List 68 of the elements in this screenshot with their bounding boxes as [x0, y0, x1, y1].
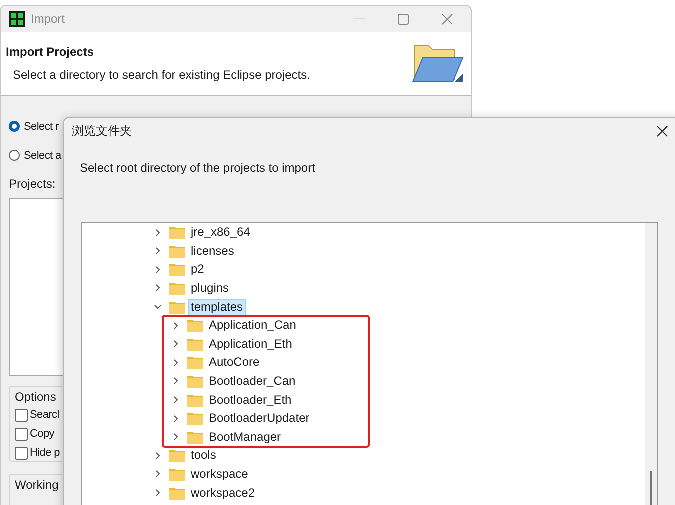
dialog-title: 浏览文件夹	[72, 123, 132, 140]
checkbox-label: Copy	[30, 428, 54, 440]
chevron-right-icon[interactable]	[154, 266, 162, 274]
tree-item[interactable]: workspace	[188, 466, 252, 483]
window-title: Import	[31, 12, 66, 26]
chevron-right-icon[interactable]	[172, 433, 180, 442]
checkbox-label: Searcl	[30, 409, 60, 421]
tree-item[interactable]: licenses	[188, 242, 238, 260]
chevron-right-icon[interactable]	[154, 247, 162, 256]
chevron-right-icon[interactable]	[172, 340, 180, 348]
radio-label: Select r	[24, 120, 59, 132]
chevron-right-icon[interactable]	[154, 284, 162, 292]
chevron-right-icon[interactable]	[154, 470, 162, 478]
dialog-prompt: Select root directory of the projects to import	[80, 161, 316, 176]
chevron-right-icon[interactable]	[154, 452, 162, 460]
folder-icon	[169, 244, 185, 258]
folder-icon	[187, 356, 203, 370]
scrollbar[interactable]	[645, 223, 657, 505]
chevron-right-icon[interactable]	[154, 489, 162, 498]
folder-icon	[169, 282, 185, 295]
group-title: Working	[15, 478, 60, 492]
tree-item[interactable]: Bootloader_Eth	[206, 392, 295, 409]
chevron-right-icon[interactable]	[172, 377, 180, 386]
tree-item[interactable]: BootManager	[206, 428, 284, 446]
maximize-icon[interactable]	[398, 14, 409, 24]
wizard-description: Select a directory to search for existing Eclipse projects.	[12, 68, 310, 82]
tree-item[interactable]: plugins	[188, 280, 232, 297]
tree-item[interactable]: workspace2	[188, 484, 258, 502]
tree-item[interactable]: Application_Eth	[206, 336, 296, 353]
folder-icon	[169, 449, 185, 462]
radio-button[interactable]	[9, 121, 20, 132]
chevron-down-icon[interactable]	[154, 303, 162, 312]
tree-item[interactable]: jre_x86_64	[188, 224, 254, 242]
radio-label: Select a	[24, 150, 62, 162]
chevron-right-icon[interactable]	[172, 322, 180, 330]
folder-icon	[169, 263, 185, 276]
tree-item[interactable]: Bootloader_Can	[206, 372, 299, 390]
tree-item[interactable]: AutoCore	[206, 354, 263, 372]
tree-item[interactable]: Application_Can	[206, 317, 300, 334]
folder-icon	[187, 412, 203, 426]
tree-item[interactable]: tools	[188, 447, 220, 464]
folder-icon	[169, 486, 185, 500]
folder-icon	[187, 394, 203, 407]
folder-icon	[187, 430, 203, 444]
app-icon	[9, 11, 25, 27]
folder-icon	[187, 374, 203, 388]
folder-icon	[187, 338, 203, 351]
checkbox-label: Hide p	[30, 447, 60, 459]
folder-icon	[187, 319, 203, 332]
tree-item[interactable]: templates	[188, 298, 246, 316]
chevron-right-icon[interactable]	[154, 228, 162, 237]
folder-icon	[169, 300, 185, 314]
chevron-right-icon[interactable]	[172, 396, 180, 404]
tree-item[interactable]: BootloaderUpdater	[206, 410, 313, 428]
chevron-right-icon[interactable]	[172, 414, 180, 423]
checkbox[interactable]	[15, 408, 28, 422]
radio-button[interactable]	[9, 150, 20, 161]
checkbox[interactable]	[15, 428, 28, 440]
scrollbar-thumb[interactable]	[650, 471, 652, 505]
chevron-right-icon[interactable]	[172, 358, 180, 367]
folder-icon	[169, 226, 185, 240]
wizard-title: Import Projects	[6, 45, 96, 59]
close-icon[interactable]	[657, 126, 668, 138]
checkbox[interactable]	[15, 446, 28, 460]
projects-label: Projects:	[9, 177, 57, 191]
group-title: Options	[15, 390, 58, 404]
folder-icon	[169, 468, 185, 481]
tree-item[interactable]: p2	[188, 261, 208, 278]
